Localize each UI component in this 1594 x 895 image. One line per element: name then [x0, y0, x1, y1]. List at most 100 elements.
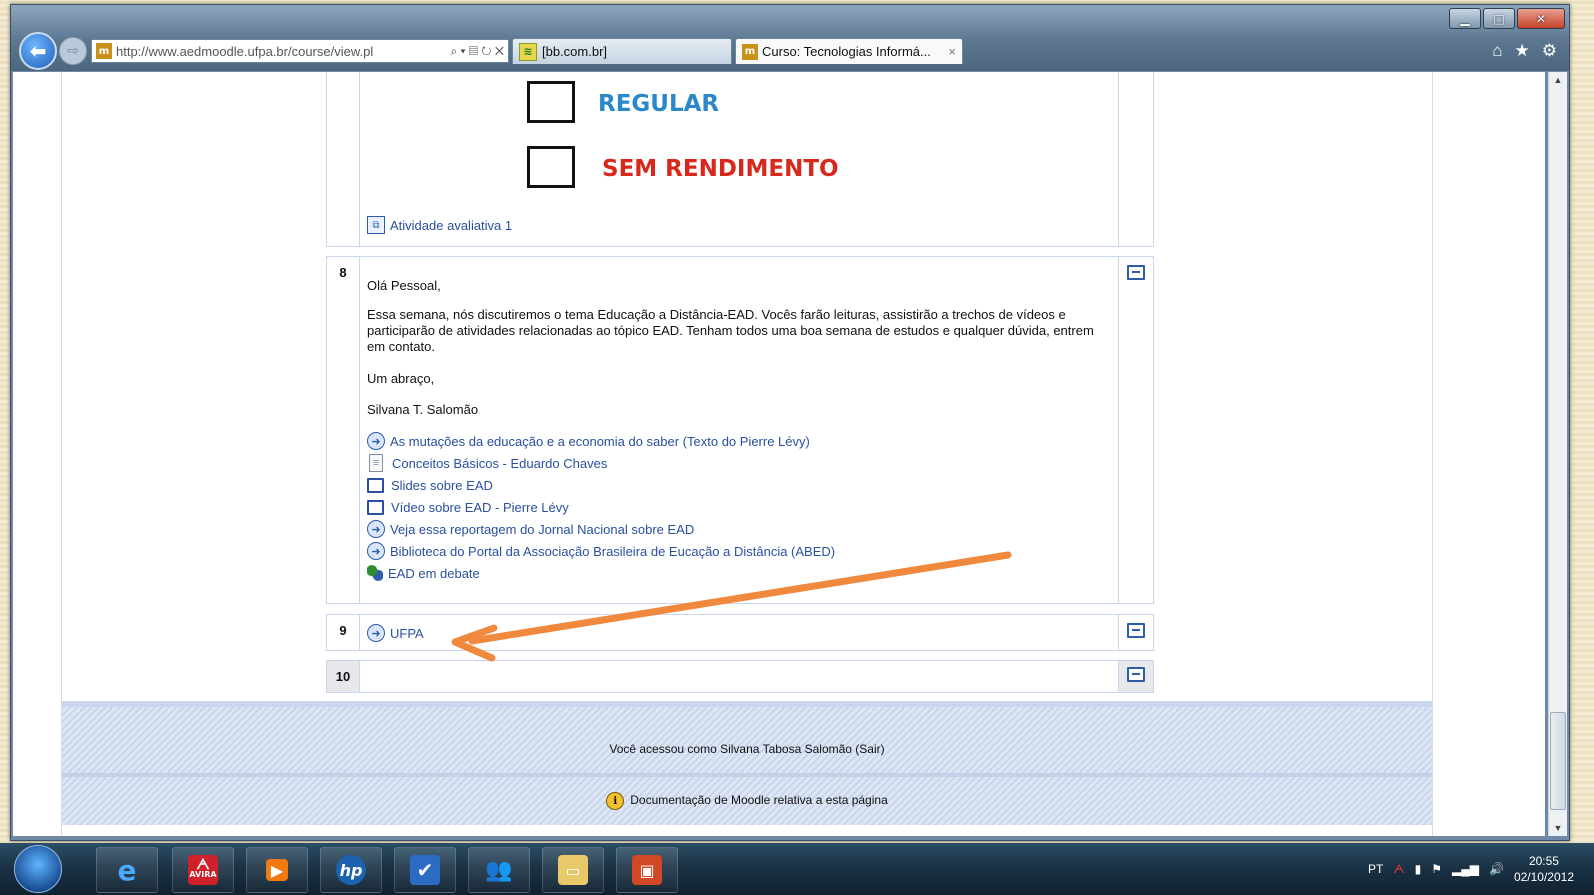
- footer-divider: [62, 773, 1432, 777]
- minimize-button[interactable]: ▁: [1449, 8, 1481, 29]
- address-url[interactable]: http://www.aedmoodle.ufpa.br/course/view…: [116, 44, 447, 59]
- language-indicator[interactable]: PT: [1368, 862, 1383, 876]
- section-number: 10: [327, 661, 360, 692]
- course-section-8: 8 Olá Pessoal, Essa semana, nós discutir…: [326, 256, 1154, 604]
- link-mutacoes[interactable]: ➜ As mutações da educação e a economia d…: [367, 430, 1111, 452]
- volume-icon[interactable]: 🔊: [1489, 862, 1504, 876]
- bb-icon: ≋: [519, 42, 537, 61]
- address-tools[interactable]: ⌕ ▾ ▤ ↻ ✕: [451, 44, 505, 59]
- folder-icon: ▭: [558, 855, 588, 885]
- link-ufpa[interactable]: ➜ UFPA: [367, 622, 424, 644]
- link-label[interactable]: Slides sobre EAD: [391, 478, 493, 493]
- taskbar-task-check[interactable]: ✔: [394, 847, 456, 893]
- address-bar[interactable]: m http://www.aedmoodle.ufpa.br/course/vi…: [91, 39, 509, 63]
- scroll-up-icon[interactable]: ▲: [1549, 72, 1567, 88]
- label-regular: REGULAR: [598, 91, 720, 117]
- window-controls: ▁ □ ✕: [1449, 8, 1565, 29]
- browser-window: ▁ □ ✕ ⬅ ⇨ m http://www.aedmoodle.ufpa.br…: [10, 4, 1570, 841]
- tab-bb[interactable]: ≋ [bb.com.br]: [512, 38, 732, 64]
- section-controls: [1118, 257, 1153, 603]
- tab-curso[interactable]: m Curso: Tecnologias Informá... ×: [735, 38, 963, 64]
- back-button[interactable]: ⬅: [19, 32, 57, 70]
- taskbar-presentation[interactable]: ▣: [616, 847, 678, 893]
- section-controls: [1118, 615, 1153, 650]
- home-icon[interactable]: ⌂: [1492, 41, 1502, 61]
- link-biblioteca[interactable]: ➜ Biblioteca do Portal da Associação Bra…: [367, 540, 1111, 562]
- maximize-button[interactable]: □: [1483, 8, 1515, 29]
- intro-paragraph: Essa semana, nós discutiremos o tema Edu…: [367, 307, 1094, 354]
- collapse-toggle-icon[interactable]: [1127, 667, 1145, 682]
- start-button[interactable]: [14, 845, 62, 893]
- url-globe-icon: ➜: [367, 624, 385, 642]
- avira-tray-icon[interactable]: ᗅ: [1393, 862, 1404, 877]
- link-label[interactable]: EAD em debate: [388, 566, 480, 581]
- link-label[interactable]: Conceitos Básicos - Eduardo Chaves: [392, 456, 607, 471]
- checkbox-regular[interactable]: [527, 81, 575, 123]
- network-icon[interactable]: ▮: [1415, 862, 1422, 876]
- navigation-bar: ⬅ ⇨ m http://www.aedmoodle.ufpa.br/cours…: [19, 32, 1565, 70]
- forward-button[interactable]: ⇨: [59, 37, 87, 65]
- activity-link[interactable]: ⧉ Atividade avaliativa 1: [367, 214, 512, 236]
- activity-icon: ⧉: [367, 216, 385, 234]
- gear-icon[interactable]: ⚙: [1542, 41, 1557, 61]
- vertical-scrollbar[interactable]: ▲ ▼: [1548, 72, 1567, 836]
- greeting-text: Olá Pessoal,: [367, 278, 441, 293]
- checkmark-icon: ✔: [410, 855, 440, 885]
- collapse-toggle-icon[interactable]: [1127, 623, 1145, 638]
- moodle-favicon-icon: m: [96, 43, 112, 59]
- toolbar-icons: ⌂ ★ ⚙: [1492, 41, 1565, 61]
- favorites-star-icon[interactable]: ★: [1515, 41, 1530, 61]
- monitor-icon: [367, 499, 384, 515]
- section-body: Olá Pessoal, Essa semana, nós discutirem…: [367, 257, 1111, 603]
- presentation-icon: ▣: [632, 855, 662, 885]
- clock[interactable]: 20:55 02/10/2012: [1514, 853, 1574, 885]
- link-video[interactable]: Vídeo sobre EAD - Pierre Lévy: [367, 496, 1111, 518]
- activity-link-label[interactable]: Atividade avaliativa 1: [390, 218, 512, 233]
- link-label[interactable]: Biblioteca do Portal da Associação Brasi…: [390, 544, 835, 559]
- taskbar-media-player[interactable]: ▶: [246, 847, 308, 893]
- taskbar-internet-explorer[interactable]: e: [96, 847, 158, 893]
- tab-label: [bb.com.br]: [542, 44, 608, 59]
- url-globe-icon: ➜: [367, 432, 385, 450]
- course-section-10: 10: [326, 660, 1154, 693]
- link-ead-debate[interactable]: EAD em debate: [367, 562, 1111, 584]
- close-window-button[interactable]: ✕: [1517, 8, 1565, 29]
- section-number: [327, 72, 360, 246]
- info-icon: i: [606, 792, 625, 810]
- section-controls: [1118, 72, 1153, 246]
- internet-explorer-icon: e: [117, 853, 137, 887]
- close-tab-icon[interactable]: ×: [948, 44, 956, 59]
- system-tray: PT ᗅ ▮ ⚑ ▂▄▆ 🔊 20:55 02/10/2012: [1368, 843, 1594, 895]
- url-globe-icon: ➜: [367, 542, 385, 560]
- taskbar-file-explorer[interactable]: ▭: [542, 847, 604, 893]
- closing-text: Um abraço,: [367, 371, 435, 386]
- checkbox-sem-rendimento[interactable]: [527, 146, 575, 188]
- media-player-icon: ▶: [266, 859, 288, 881]
- messenger-icon: 👥: [485, 857, 513, 883]
- link-label[interactable]: Vídeo sobre EAD - Pierre Lévy: [391, 500, 569, 515]
- scrollbar-thumb[interactable]: [1550, 712, 1566, 810]
- page-viewport: REGULAR SEM RENDIMENTO ⧉ Atividade avali…: [13, 72, 1545, 836]
- docs-label[interactable]: Documentação de Moodle relativa a esta p…: [630, 793, 888, 807]
- clock-date: 02/10/2012: [1513, 870, 1574, 884]
- avira-label: AVIRA: [189, 870, 217, 879]
- link-label[interactable]: Veja essa reportagem do Jornal Nacional …: [390, 522, 694, 537]
- link-label[interactable]: As mutações da educação e a economia do …: [390, 434, 810, 449]
- taskbar-messenger[interactable]: 👥: [468, 847, 530, 893]
- collapse-toggle-icon[interactable]: [1127, 265, 1145, 280]
- link-label[interactable]: UFPA: [390, 626, 424, 641]
- section-number: 9: [327, 615, 360, 650]
- resource-list: ➜ As mutações da educação e a economia d…: [367, 430, 1111, 584]
- signal-icon[interactable]: ▂▄▆: [1452, 862, 1479, 876]
- course-section-7: REGULAR SEM RENDIMENTO ⧉ Atividade avali…: [326, 72, 1154, 247]
- moodle-docs-link[interactable]: i Documentação de Moodle relativa a esta …: [62, 792, 1432, 810]
- scroll-down-icon[interactable]: ▼: [1549, 820, 1567, 836]
- logged-in-info[interactable]: Você acessou como Silvana Tabosa Salomão…: [62, 742, 1432, 756]
- link-reportagem[interactable]: ➜ Veja essa reportagem do Jornal Naciona…: [367, 518, 1111, 540]
- taskbar-avira[interactable]: ᗅ AVIRA: [172, 847, 234, 893]
- taskbar-hp[interactable]: hp: [320, 847, 382, 893]
- section-body: ➜ UFPA: [367, 615, 1111, 650]
- flag-icon[interactable]: ⚑: [1431, 862, 1442, 876]
- link-conceitos[interactable]: ≡ Conceitos Básicos - Eduardo Chaves: [367, 452, 1111, 474]
- link-slides[interactable]: Slides sobre EAD: [367, 474, 1111, 496]
